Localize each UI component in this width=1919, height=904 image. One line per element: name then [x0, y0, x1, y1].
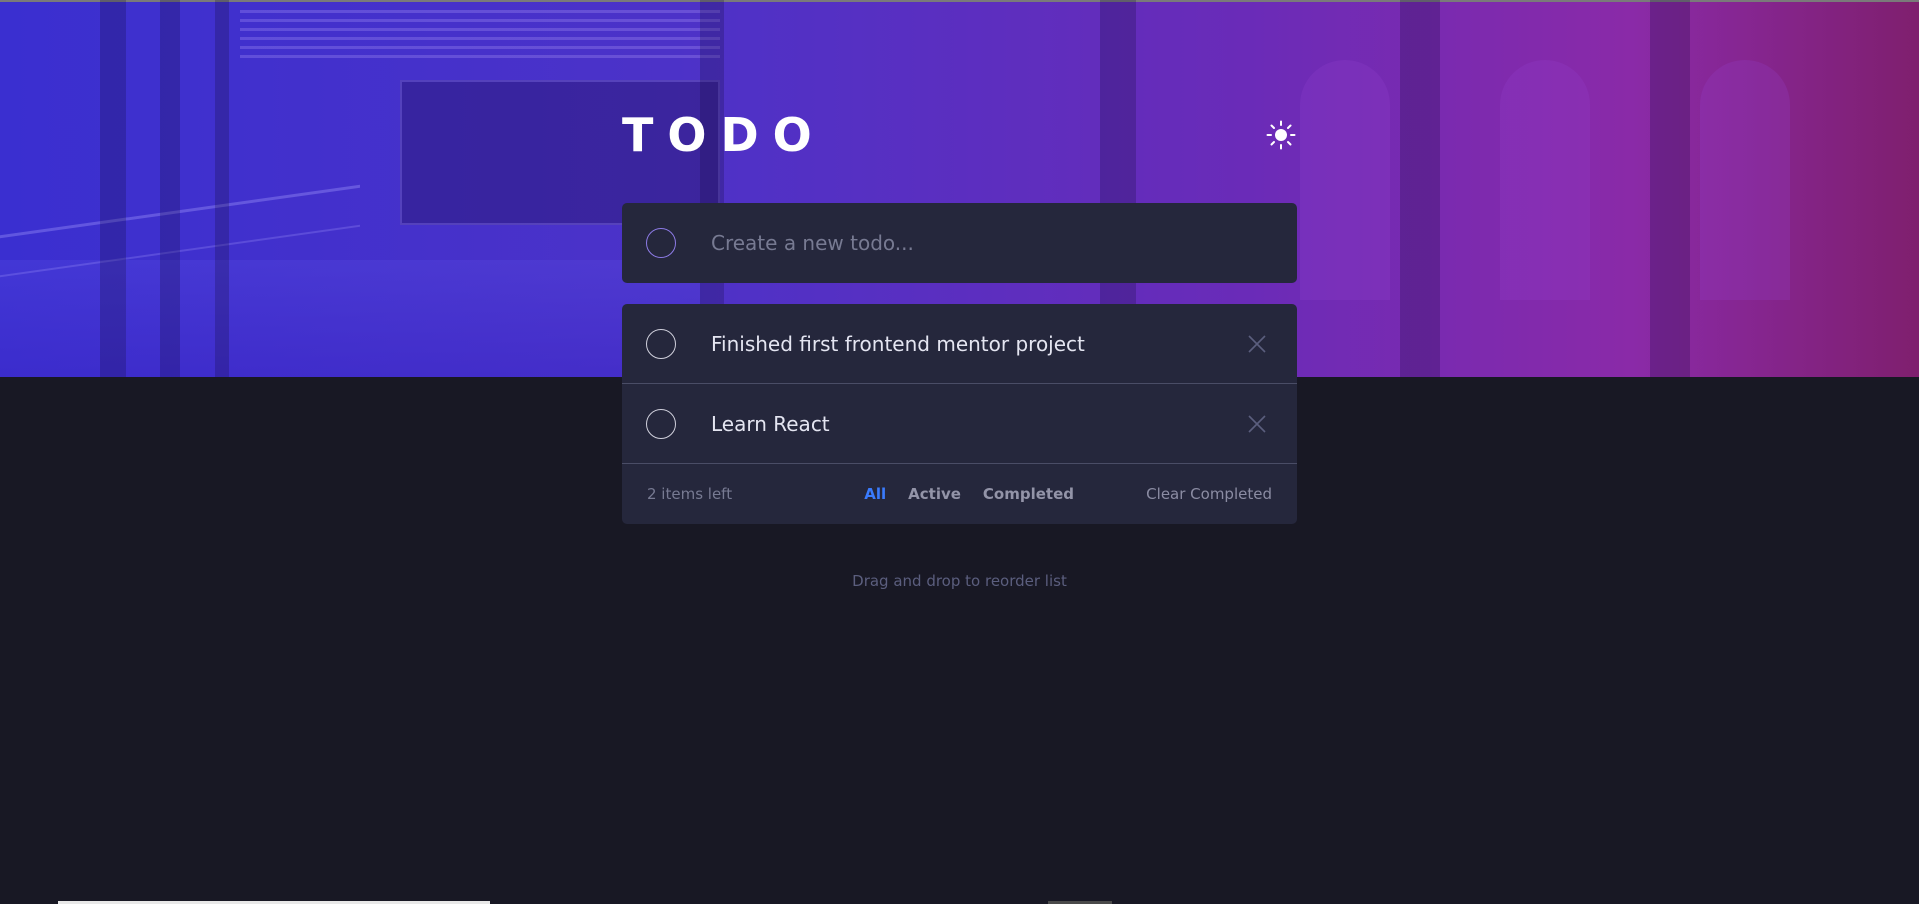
filter-all[interactable]: All [864, 485, 886, 503]
filter-completed[interactable]: Completed [983, 485, 1074, 503]
todo-check-circle[interactable] [646, 328, 676, 359]
todo-list: Finished first frontend mentor project L… [622, 304, 1297, 524]
new-todo-circle-icon [646, 228, 676, 258]
sun-icon [1266, 120, 1296, 150]
list-footer: 2 items left All Active Completed Clear … [622, 464, 1297, 524]
title-row: TODO [622, 105, 1297, 165]
clear-completed-button[interactable]: Clear Completed [1146, 485, 1272, 503]
new-todo-input[interactable] [711, 231, 1271, 255]
new-todo-bar [622, 203, 1297, 283]
close-icon [1248, 334, 1266, 353]
todo-text: Learn React [711, 411, 830, 436]
reorder-hint: Drag and drop to reorder list [852, 572, 1067, 590]
todo-item[interactable]: Learn React [622, 384, 1297, 464]
todo-app: TODO Finished first [622, 105, 1297, 590]
todo-item[interactable]: Finished first frontend mentor project [622, 304, 1297, 384]
close-icon [1248, 414, 1266, 433]
items-left-count: 2 items left [647, 485, 733, 503]
filter-active[interactable]: Active [908, 485, 961, 503]
theme-toggle-button[interactable] [1265, 119, 1297, 151]
delete-todo-button[interactable] [1237, 404, 1277, 444]
todo-text: Finished first frontend mentor project [711, 331, 1085, 356]
delete-todo-button[interactable] [1237, 324, 1277, 364]
filter-group: All Active Completed [864, 485, 1074, 503]
app-title: TODO [622, 108, 826, 162]
todo-check-circle[interactable] [646, 408, 676, 439]
